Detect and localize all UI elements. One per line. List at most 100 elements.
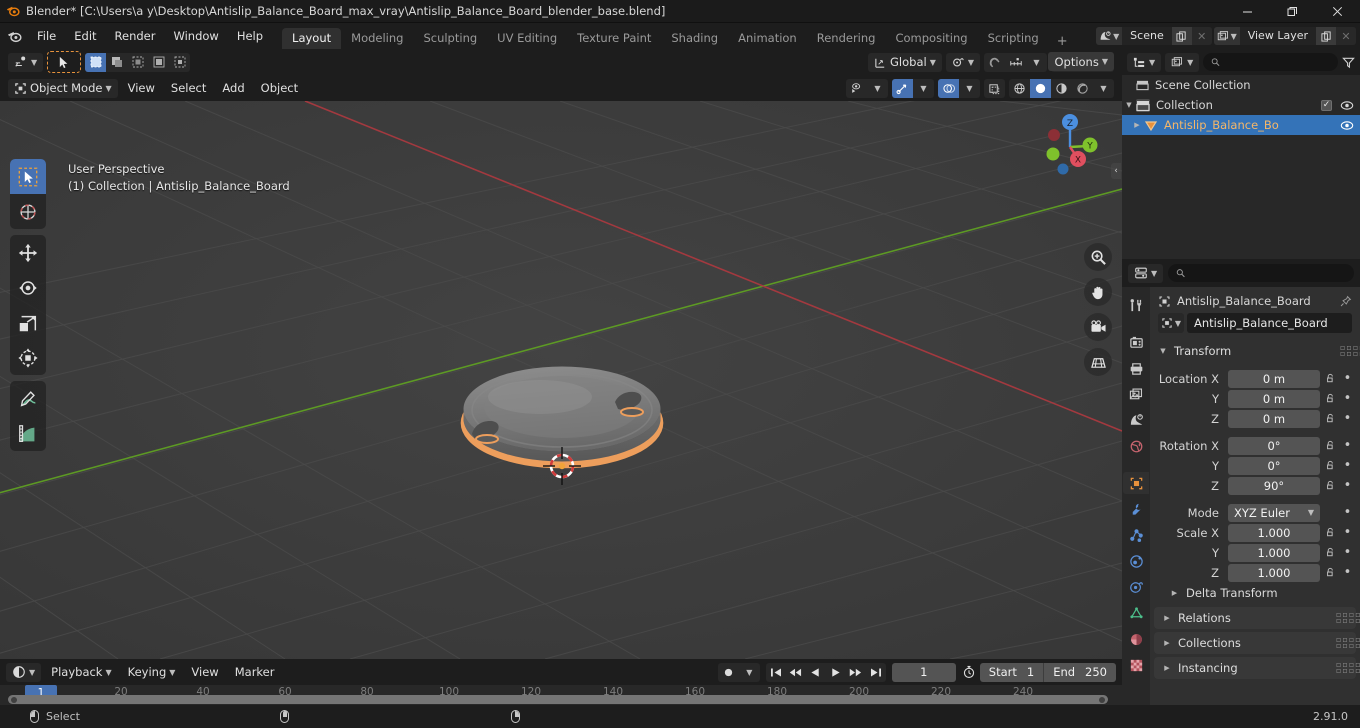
tool-rotate[interactable]: [10, 270, 46, 305]
tab-uv-editing[interactable]: UV Editing: [487, 28, 567, 49]
tab-layout[interactable]: Layout: [282, 28, 342, 49]
tool-transform[interactable]: [10, 340, 46, 375]
jump-to-end-button[interactable]: [866, 663, 886, 682]
tool-move[interactable]: [10, 235, 46, 270]
drag-handle-icon[interactable]: ▫▫▫▫▫▫▫▫: [1336, 636, 1360, 650]
timeline-menu-keying[interactable]: Keying ▼: [122, 663, 182, 682]
select-extend-icon[interactable]: [106, 53, 127, 72]
expand-collection-icon[interactable]: ▼: [1122, 101, 1136, 109]
sidebar-toggle-icon[interactable]: ‹: [1111, 163, 1121, 179]
object-name-value[interactable]: Antislip_Balance_Board: [1187, 313, 1352, 333]
current-frame-field[interactable]: 1: [891, 662, 956, 682]
expand-object-icon[interactable]: ▶: [1130, 121, 1144, 129]
animate-property-icon[interactable]: •: [1341, 479, 1354, 492]
timeline-menu-view[interactable]: View: [185, 663, 224, 682]
drag-handle-icon[interactable]: ▫▫▫▫▫▫▫▫: [1340, 344, 1360, 358]
blender-menu-icon[interactable]: [0, 23, 28, 49]
animate-property-icon[interactable]: •: [1341, 459, 1354, 472]
scale-z-value[interactable]: 1.000: [1228, 563, 1320, 582]
prev-keyframe-button[interactable]: [786, 663, 806, 682]
select-set-icon[interactable]: [85, 52, 107, 72]
add-workspace-button[interactable]: +: [1049, 34, 1076, 49]
overlays-chevron-icon[interactable]: ▼: [959, 79, 980, 98]
visibility-eye-icon[interactable]: [846, 79, 867, 98]
menu-file[interactable]: File: [28, 27, 65, 46]
frame-end-field[interactable]: End 250: [1043, 662, 1116, 682]
lock-icon[interactable]: [1324, 440, 1337, 451]
delta-transform-subpanel[interactable]: ▶ Delta Transform: [1150, 582, 1360, 604]
menu-window[interactable]: Window: [164, 27, 227, 46]
viewport-menu-add[interactable]: Add: [216, 79, 250, 98]
outliner-search-field[interactable]: [1225, 55, 1330, 69]
animate-property-icon[interactable]: •: [1341, 439, 1354, 452]
outliner-row-scene-collection[interactable]: Scene Collection: [1122, 75, 1360, 95]
animate-property-icon[interactable]: •: [1341, 412, 1354, 425]
auto-keying-chevron-icon[interactable]: ▼: [739, 663, 760, 682]
lock-icon[interactable]: [1324, 393, 1337, 404]
animate-property-icon[interactable]: •: [1341, 506, 1354, 519]
viewport-menu-object[interactable]: Object: [255, 79, 304, 98]
tool-annotate[interactable]: [10, 381, 46, 416]
pan-hand-icon[interactable]: [1084, 278, 1112, 306]
pin-icon[interactable]: [1339, 295, 1352, 308]
overlays-icon[interactable]: [938, 78, 959, 98]
snap-options-chevron-icon[interactable]: ▼: [1026, 53, 1047, 72]
close-button[interactable]: [1315, 0, 1360, 23]
tab-animation[interactable]: Animation: [728, 28, 807, 49]
navigation-gizmo[interactable]: Z Y X: [1030, 107, 1110, 187]
tab-render[interactable]: [1123, 331, 1149, 353]
tab-compositing[interactable]: Compositing: [885, 28, 977, 49]
scale-y-value[interactable]: 1.000: [1228, 543, 1320, 562]
gizmo-icon[interactable]: [892, 78, 913, 98]
tab-view-layer[interactable]: [1123, 383, 1149, 405]
shading-wireframe-icon[interactable]: [1009, 79, 1030, 98]
tool-select-box[interactable]: [10, 159, 46, 194]
tab-constraint[interactable]: [1123, 576, 1149, 598]
lock-icon[interactable]: [1324, 547, 1337, 558]
frame-start-field[interactable]: Start 1: [980, 663, 1043, 682]
maximize-button[interactable]: [1270, 0, 1315, 23]
viewport-menu-select[interactable]: Select: [165, 79, 212, 98]
lock-icon[interactable]: [1324, 460, 1337, 471]
jump-to-start-button[interactable]: [766, 663, 786, 682]
scene-selector[interactable]: ▼ Scene ✕: [1096, 27, 1212, 45]
animate-property-icon[interactable]: •: [1341, 392, 1354, 405]
active-tool-icon[interactable]: ▼: [8, 52, 44, 72]
tab-world[interactable]: [1123, 435, 1149, 457]
timeline-ruler[interactable]: 20 40 60 80 100 120 140 160 180 200 220 …: [0, 685, 1122, 705]
mode-dropdown[interactable]: Object Mode ▼: [8, 78, 118, 98]
animate-property-icon[interactable]: •: [1341, 546, 1354, 559]
tab-object[interactable]: [1123, 472, 1149, 494]
animate-property-icon[interactable]: •: [1341, 372, 1354, 385]
snap-magnet-icon[interactable]: [984, 53, 1005, 72]
tool-scale[interactable]: [10, 305, 46, 340]
rotation-z-value[interactable]: 90°: [1228, 476, 1320, 495]
location-z-value[interactable]: 0 m: [1228, 409, 1320, 428]
object-name-field[interactable]: ▼ Antislip_Balance_Board: [1158, 313, 1352, 333]
rotation-y-value[interactable]: 0°: [1228, 456, 1320, 475]
tab-object-data[interactable]: [1123, 602, 1149, 624]
ortho-perspective-icon[interactable]: [1084, 348, 1112, 376]
drag-handle-icon[interactable]: ▫▫▫▫▫▫▫▫: [1336, 611, 1360, 625]
shading-material-icon[interactable]: [1051, 79, 1072, 98]
rotation-mode-dropdown[interactable]: XYZ Euler ▼: [1228, 503, 1320, 522]
collection-checkbox[interactable]: ✓: [1321, 99, 1332, 111]
tab-material[interactable]: [1123, 628, 1149, 650]
properties-search-field[interactable]: [1190, 266, 1346, 280]
transform-orientation-dropdown[interactable]: Global ▼: [868, 52, 942, 72]
tab-output[interactable]: [1123, 357, 1149, 379]
eye-icon[interactable]: [1340, 100, 1354, 111]
tab-modifier[interactable]: [1123, 498, 1149, 520]
camera-view-icon[interactable]: [1084, 313, 1112, 341]
outliner-editor-type-dropdown[interactable]: ▼: [1127, 52, 1162, 72]
drag-handle-icon[interactable]: ▫▫▫▫▫▫▫▫: [1336, 661, 1360, 675]
remove-view-layer-button[interactable]: ✕: [1336, 27, 1356, 45]
object-browse-button[interactable]: ▼: [1158, 313, 1184, 333]
options-dropdown[interactable]: Options ▼: [1048, 52, 1114, 71]
next-keyframe-button[interactable]: [846, 663, 866, 682]
scale-x-value[interactable]: 1.000: [1228, 523, 1320, 542]
menu-edit[interactable]: Edit: [65, 27, 105, 46]
tool-measure[interactable]: [10, 416, 46, 451]
menu-render[interactable]: Render: [106, 27, 165, 46]
zoom-icon[interactable]: [1084, 243, 1112, 271]
